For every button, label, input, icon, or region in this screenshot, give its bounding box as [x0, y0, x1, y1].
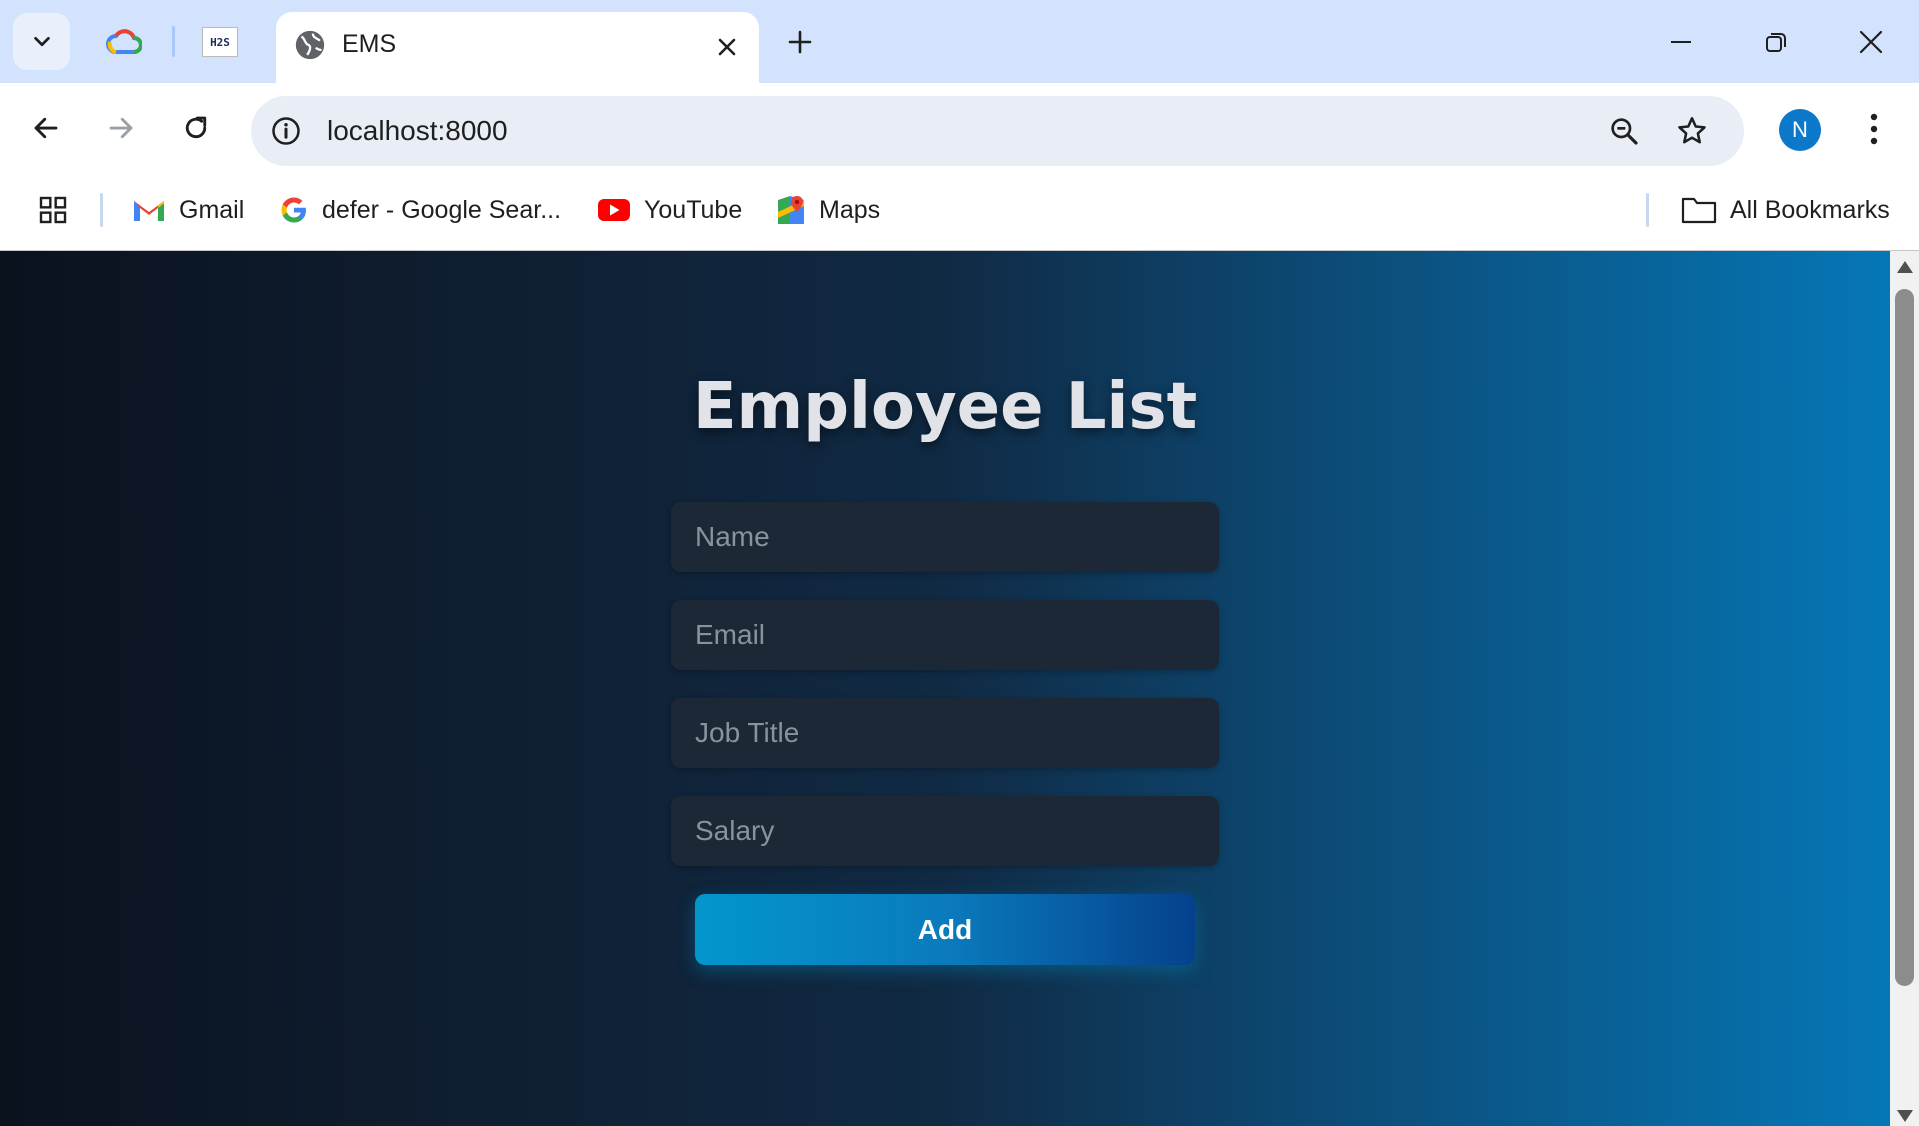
minimize-icon	[1671, 41, 1691, 43]
gmail-icon	[134, 201, 164, 221]
bookmarks-separator	[1646, 193, 1649, 227]
more-vertical-icon	[1870, 113, 1878, 145]
info-icon	[272, 117, 300, 145]
job-title-input[interactable]	[671, 698, 1219, 768]
browser-toolbar: localhost:8000 N	[0, 83, 1919, 176]
url-text[interactable]: localhost:8000	[327, 115, 508, 147]
plus-icon	[788, 30, 812, 54]
h2s-icon-label: H2S	[210, 35, 230, 49]
email-input[interactable]	[671, 600, 1219, 670]
tab-ems[interactable]: EMS	[276, 12, 759, 83]
bookmarks-separator	[100, 193, 103, 227]
scrollbar-thumb[interactable]	[1895, 289, 1914, 986]
bookmarks-bar: Gmail defer - Google Sear... YouTube Map…	[0, 176, 1919, 251]
h2s-icon: H2S	[202, 27, 238, 57]
back-button[interactable]	[21, 103, 71, 153]
zoom-button[interactable]	[1604, 111, 1644, 151]
zoom-out-icon	[1611, 118, 1638, 145]
tab-search-button[interactable]	[13, 13, 70, 70]
add-employee-button[interactable]: Add	[695, 894, 1195, 965]
close-window-button[interactable]	[1848, 19, 1894, 65]
scroll-up-arrow-icon[interactable]	[1897, 261, 1913, 273]
page-scrollbar[interactable]	[1890, 251, 1919, 1126]
maps-icon	[778, 196, 804, 224]
reload-button[interactable]	[171, 103, 221, 153]
bookmark-star-button[interactable]	[1672, 111, 1712, 151]
name-input[interactable]	[671, 502, 1219, 572]
salary-input[interactable]	[671, 796, 1219, 866]
page-title: Employee List	[692, 370, 1198, 444]
tab-title: EMS	[342, 30, 397, 58]
bookmark-google-search[interactable]: defer - Google Sear...	[279, 190, 561, 230]
profile-avatar[interactable]: N	[1779, 109, 1821, 151]
arrow-left-icon	[34, 117, 58, 139]
bookmark-label: YouTube	[644, 195, 743, 224]
scroll-down-arrow-icon[interactable]	[1897, 1110, 1913, 1122]
globe-icon	[295, 30, 325, 60]
site-info-button[interactable]	[267, 112, 305, 150]
apps-grid-icon	[39, 196, 67, 224]
restore-icon	[1766, 33, 1786, 52]
arrow-right-icon	[109, 117, 133, 139]
bookmark-youtube[interactable]: YouTube	[597, 190, 742, 230]
star-icon	[1678, 117, 1706, 144]
chevron-down-icon	[33, 36, 50, 46]
close-icon	[718, 38, 735, 55]
page-viewport: Employee List Add	[0, 251, 1890, 1126]
all-bookmarks-button[interactable]: All Bookmarks	[1681, 190, 1890, 230]
profile-initial: N	[1792, 117, 1808, 142]
pinned-tab-google-cloud[interactable]	[104, 22, 144, 62]
bookmark-label: defer - Google Sear...	[322, 195, 562, 224]
youtube-icon	[598, 199, 630, 221]
all-bookmarks-label: All Bookmarks	[1730, 195, 1890, 224]
google-icon	[281, 197, 306, 223]
bookmark-gmail[interactable]: Gmail	[132, 190, 244, 230]
bookmark-label: Maps	[819, 195, 881, 224]
close-icon	[1859, 30, 1883, 54]
close-tab-button[interactable]	[709, 29, 744, 64]
tab-strip: H2S EMS	[0, 0, 1919, 83]
folder-icon	[1681, 197, 1717, 224]
restore-button[interactable]	[1753, 19, 1799, 65]
pinned-tab-h2s[interactable]: H2S	[200, 22, 240, 62]
minimize-button[interactable]	[1658, 19, 1704, 65]
browser-menu-button[interactable]	[1854, 105, 1894, 153]
address-bar[interactable]: localhost:8000	[251, 96, 1744, 166]
google-cloud-icon	[106, 29, 142, 54]
reload-icon	[185, 116, 207, 139]
forward-button[interactable]	[96, 103, 146, 153]
new-tab-button[interactable]	[780, 22, 820, 62]
bookmark-label: Gmail	[179, 195, 245, 224]
bookmark-maps[interactable]: Maps	[776, 190, 880, 230]
apps-button[interactable]	[37, 190, 69, 230]
tab-separator	[172, 26, 175, 57]
